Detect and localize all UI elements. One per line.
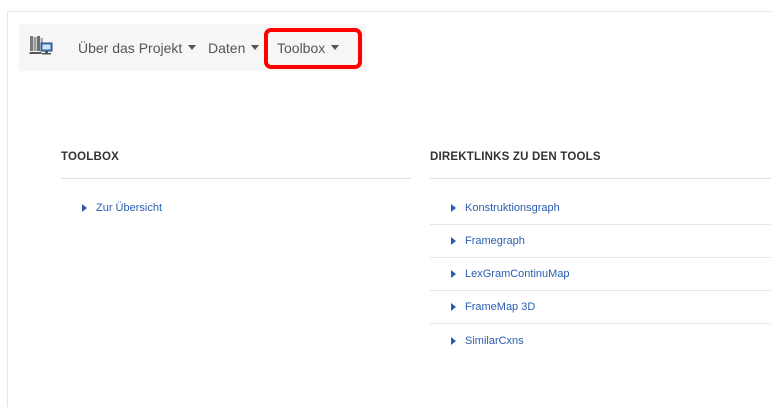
caret-down-icon [188,45,197,50]
caret-down-icon [251,45,260,50]
caret-right-icon [451,336,456,345]
caret-right-icon [451,270,456,278]
nav-toolbox[interactable]: Toolbox [277,24,340,71]
link-konstruktionsgraph[interactable]: Konstruktionsgraph [430,192,771,225]
nav-daten[interactable]: Daten [208,24,260,71]
link-lexgramcontinumap[interactable]: LexGramContinuMap [430,258,771,291]
toolbox-heading: TOOLBOX [61,151,120,163]
link-similarcxns[interactable]: SimilarCxns [430,324,771,357]
caret-right-icon [451,237,456,245]
link-label: SimilarCxns [465,334,524,347]
link-framegraph[interactable]: Framegraph [430,225,771,258]
caret-right-icon [82,204,87,212]
link-label: FrameMap 3D [465,301,536,313]
direct-links-divider [430,178,771,179]
nav-ueber-das-projekt[interactable]: Über das Projekt [78,24,197,71]
caret-down-icon [331,45,340,50]
top-navbar: Über das Projekt Daten Toolbox [19,24,366,71]
toolbox-link-list: Zur Übersicht [61,192,411,224]
link-zur-uebersicht[interactable]: Zur Übersicht [61,192,411,224]
caret-right-icon [451,204,456,212]
nav-daten-label: Daten [208,39,246,56]
link-label: Konstruktionsgraph [465,202,560,214]
toolbox-divider [61,178,411,179]
library-computer-icon[interactable] [29,34,53,58]
link-label: Framegraph [465,235,525,247]
link-label: LexGramContinuMap [465,268,570,280]
link-framemap-3d[interactable]: FrameMap 3D [430,291,771,324]
nav-ueber-das-projekt-label: Über das Projekt [78,39,183,56]
nav-toolbox-label: Toolbox [277,39,326,56]
direct-links-list: Konstruktionsgraph Framegraph LexGramCon… [430,192,771,357]
caret-right-icon [451,303,456,311]
link-label: Zur Übersicht [96,202,163,214]
direct-links-heading: DIREKTLINKS ZU DEN TOOLS [430,151,601,163]
